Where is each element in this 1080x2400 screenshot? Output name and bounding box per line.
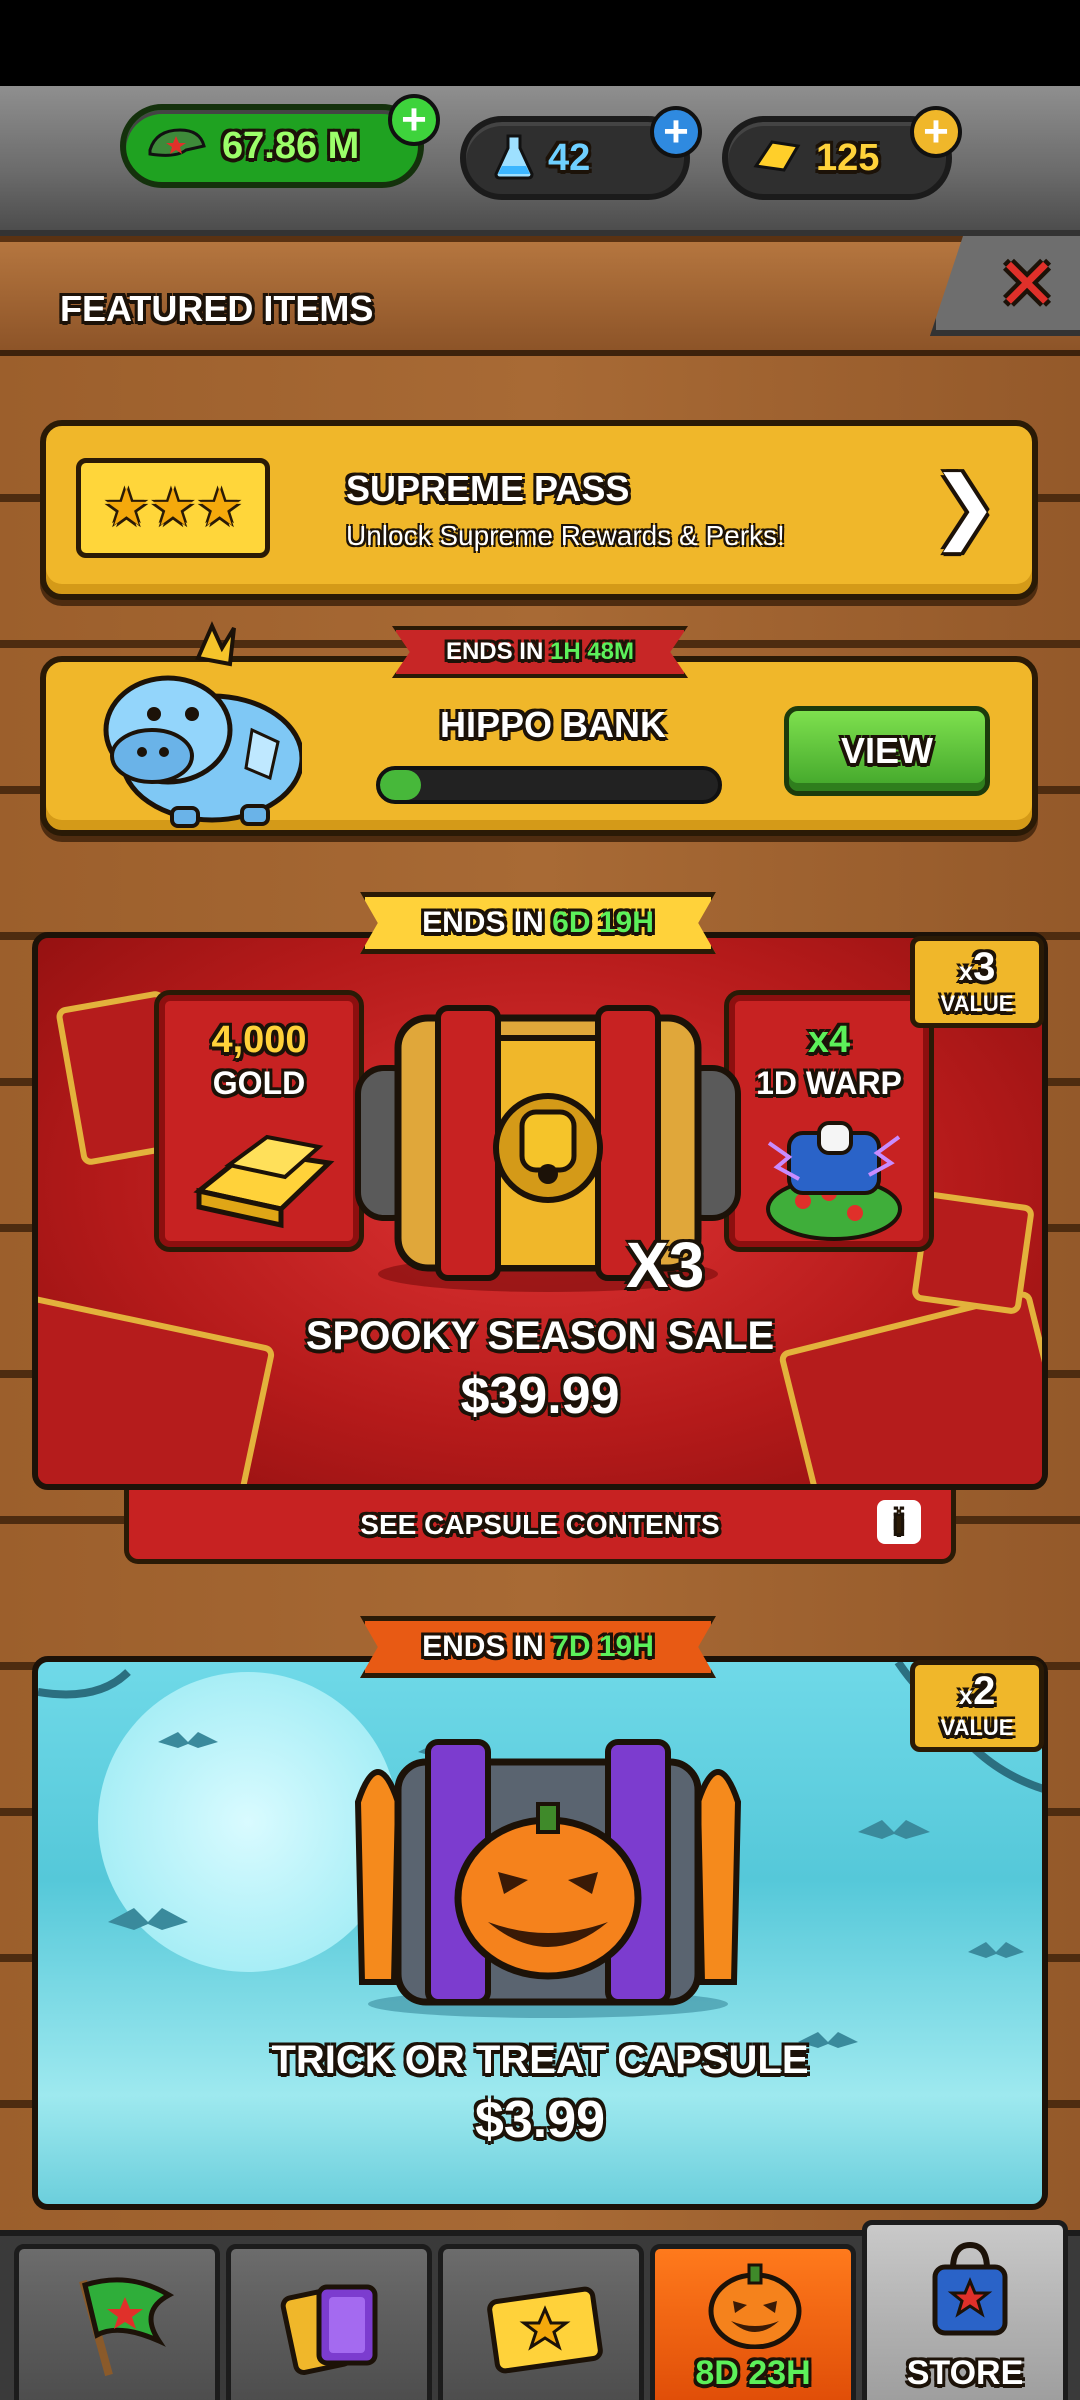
add-cash-button[interactable]: + xyxy=(388,94,440,146)
trick-value-badge: x2 VALUE xyxy=(910,1660,1044,1752)
hippo-bank-title: HIPPO BANK xyxy=(440,704,667,745)
value-mult-number: 3 xyxy=(973,945,996,989)
chevron-right-icon[interactable]: ❯ xyxy=(931,456,998,556)
gold-bar-icon xyxy=(752,136,802,181)
spooky-season-sale-offer[interactable]: 4,000 GOLD x4 1D WARP X3 SPOOKY SEASON S… xyxy=(32,932,1048,1490)
spooky-ends-ribbon: ENDS IN 6D 19H xyxy=(360,892,716,954)
warp-reward-count: x4 xyxy=(807,1019,851,1061)
gold-reward-card: 4,000 GOLD xyxy=(154,990,364,1252)
trick-or-treat-offer[interactable]: TRICK OR TREAT CAPSULE $3.99 xyxy=(32,1656,1048,2210)
gold-bars-icon xyxy=(189,1121,339,1236)
ends-in-label: ENDS IN xyxy=(422,906,544,939)
supreme-pass-title: SUPREME PASS xyxy=(346,468,630,509)
spooky-sale-name: SPOOKY SEASON SALE xyxy=(305,1314,775,1358)
warp-icon xyxy=(759,1113,909,1248)
view-button[interactable]: VIEW xyxy=(784,706,990,796)
trick-treat-price: $3.99 xyxy=(474,2091,606,2149)
info-icon[interactable]: i xyxy=(877,1500,921,1544)
value-label: VALUE xyxy=(940,1715,1014,1740)
flag-icon xyxy=(69,2271,179,2386)
currency-bar: 67.86 M + 42 + 125 + xyxy=(0,86,1080,236)
header: FEATURED ITEMS xyxy=(0,236,1080,356)
flask-icon xyxy=(494,132,534,185)
capsule-multiplier: X3 xyxy=(626,1229,705,1301)
value-multiplier: x2 xyxy=(959,1671,996,1715)
tab-pass[interactable] xyxy=(438,2244,644,2400)
pumpkin-icon xyxy=(705,2259,805,2354)
hippo-bank-progress xyxy=(376,766,722,804)
gold-reward-label: GOLD xyxy=(212,1065,306,1101)
star-ticket-icon xyxy=(485,2285,605,2380)
ends-in-label: ENDS IN xyxy=(445,638,544,665)
page-title: FEATURED ITEMS xyxy=(60,288,374,329)
ends-in-time: 7D 19H xyxy=(552,1630,654,1663)
value-mult-prefix: x xyxy=(958,956,974,986)
spooky-sale-price: $39.99 xyxy=(460,1367,620,1425)
close-button[interactable]: ✕ xyxy=(992,249,1062,321)
add-gold-button[interactable]: + xyxy=(910,106,962,158)
spooky-value-badge: x3 VALUE xyxy=(910,936,1044,1028)
supreme-pass-subtitle: Unlock Supreme Rewards & Perks! xyxy=(346,520,785,551)
cash-pill[interactable]: 67.86 M xyxy=(120,104,424,188)
value-mult-prefix: x xyxy=(958,1680,974,1710)
gold-reward-amount: 4,000 xyxy=(211,1019,307,1061)
store-label: STORE xyxy=(906,2354,1024,2392)
see-capsule-contents-button[interactable]: SEE CAPSULE CONTENTS i xyxy=(124,1490,956,1564)
tab-store[interactable]: STORE xyxy=(862,2220,1068,2400)
see-contents-label: SEE CAPSULE CONTENTS xyxy=(360,1508,720,1540)
ends-in-time: 6D 19H xyxy=(552,906,654,939)
hippo-ends-ribbon: ENDS IN 1H 48M xyxy=(392,626,688,678)
value-label: VALUE xyxy=(940,991,1014,1016)
warp-reward-label: 1D WARP xyxy=(756,1065,902,1101)
ends-in-label: ENDS IN xyxy=(422,1630,544,1663)
add-flask-button[interactable]: + xyxy=(650,106,702,158)
supreme-pass-card[interactable]: ★★★ SUPREME PASS Unlock Supreme Rewards … xyxy=(40,420,1038,600)
tab-campaign[interactable] xyxy=(14,2244,220,2400)
trick-treat-name: TRICK OR TREAT CAPSULE xyxy=(271,2038,809,2082)
value-mult-number: 2 xyxy=(973,1669,996,1713)
event-timer: 8D 23H xyxy=(695,2354,811,2392)
bottom-nav: 8D 23H STORE xyxy=(0,2220,1080,2400)
cash-amount: 67.86 M xyxy=(222,124,360,167)
status-bar xyxy=(0,0,1080,86)
stars-ticket-icon: ★★★ xyxy=(76,458,270,558)
tab-cards[interactable] xyxy=(226,2244,432,2400)
hippo-icon xyxy=(102,618,305,833)
hippo-bank-card[interactable]: HIPPO BANK VIEW xyxy=(40,621,1038,836)
trick-ends-ribbon: ENDS IN 7D 19H xyxy=(360,1616,716,1678)
cards-icon xyxy=(279,2277,389,2382)
hippo-bank-progress-fill xyxy=(380,770,421,800)
shopping-bag-icon xyxy=(925,2239,1015,2344)
army-cap-icon xyxy=(146,124,208,169)
ends-in-time: 1H 48M xyxy=(549,638,635,665)
gold-amount: 125 xyxy=(816,136,880,179)
tab-halloween-event[interactable]: 8D 23H xyxy=(650,2244,856,2400)
flask-amount: 42 xyxy=(548,136,591,179)
pumpkin-capsule-icon xyxy=(318,1722,778,2027)
value-multiplier: x3 xyxy=(959,947,996,991)
